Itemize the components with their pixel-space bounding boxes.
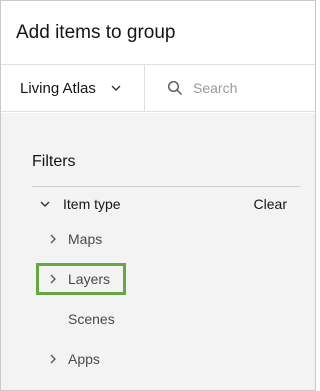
option-label: Apps xyxy=(68,351,100,367)
chevron-down-icon xyxy=(110,82,122,94)
option-label: Scenes xyxy=(68,311,115,327)
search-input[interactable] xyxy=(193,80,313,96)
filters-heading: Filters xyxy=(32,153,76,170)
item-type-label: Item type xyxy=(63,196,121,212)
item-type-option-apps[interactable]: Apps xyxy=(48,348,100,370)
source-dropdown[interactable]: Living Atlas xyxy=(1,65,145,111)
option-label: Maps xyxy=(68,231,103,247)
filters-divider xyxy=(32,186,300,187)
search-icon xyxy=(167,80,183,96)
search-box xyxy=(145,65,315,111)
dialog-toolbar: Living Atlas xyxy=(1,65,315,112)
highlight-box xyxy=(36,263,126,295)
filters-panel: Filters Item type Clear Maps Layers Scen… xyxy=(1,113,315,390)
chevron-right-icon xyxy=(48,353,58,365)
dialog-title: Add items to group xyxy=(16,21,176,43)
item-type-option-maps[interactable]: Maps xyxy=(48,228,102,250)
add-items-dialog: Add items to group Living Atlas Filters … xyxy=(0,0,316,391)
dialog-header: Add items to group xyxy=(1,1,315,65)
chevron-down-icon xyxy=(38,197,52,211)
clear-button[interactable]: Clear xyxy=(254,196,287,212)
item-type-option-scenes[interactable]: Scenes xyxy=(68,308,115,330)
source-dropdown-label: Living Atlas xyxy=(20,79,96,97)
item-type-toggle[interactable]: Item type Clear xyxy=(32,193,300,215)
chevron-right-icon xyxy=(48,233,58,245)
